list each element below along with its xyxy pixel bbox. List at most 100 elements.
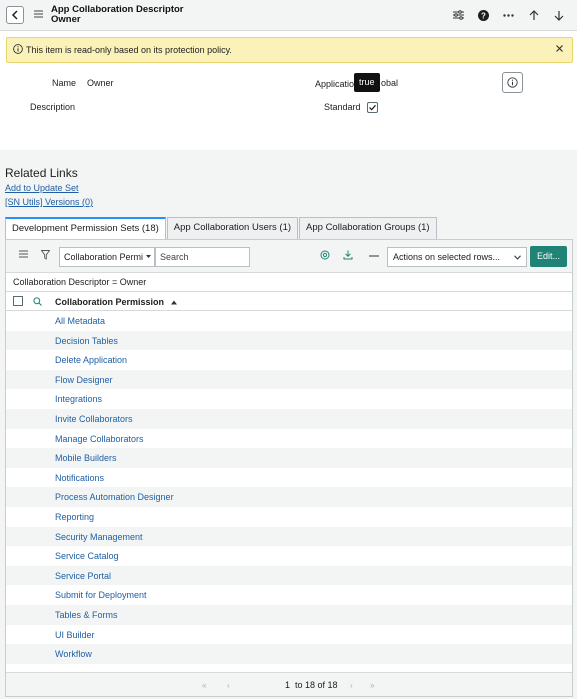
row-link[interactable]: Submit for Deployment [55, 590, 147, 600]
collapse-icon[interactable] [369, 255, 379, 257]
pagination-text: 1 to 18 of 18 [285, 680, 338, 690]
menu-icon[interactable] [34, 10, 43, 18]
table-row: Delete Application [6, 350, 572, 370]
table-row: Invite Collaborators [6, 409, 572, 429]
add-to-update-set-link[interactable]: Add to Update Set [5, 183, 79, 193]
table-row: Workflow [6, 644, 572, 664]
row-link[interactable]: Tables & Forms [55, 610, 118, 620]
table-row: Security Management [6, 526, 572, 547]
pagination-range: to 18 of 18 [295, 680, 338, 690]
arrow-up-icon[interactable] [521, 7, 546, 23]
row-link[interactable]: Workflow [55, 649, 92, 659]
row-link[interactable]: Reporting [55, 512, 94, 522]
row-link[interactable]: All Metadata [55, 316, 105, 326]
tab-app-collaboration-groups[interactable]: App Collaboration Groups (1) [299, 217, 437, 239]
tab-app-collaboration-users[interactable]: App Collaboration Users (1) [166, 217, 299, 239]
header-actions: ? [446, 7, 571, 23]
description-label: Description [30, 102, 76, 112]
arrow-down-icon[interactable] [546, 7, 571, 23]
first-page-icon[interactable]: « [202, 681, 206, 690]
table-row: Submit for Deployment [6, 585, 572, 605]
row-link[interactable]: Delete Application [55, 355, 127, 365]
settings-sliders-icon[interactable] [446, 7, 471, 23]
related-links-title: Related Links [5, 166, 78, 180]
settings-gear-icon[interactable] [320, 250, 330, 260]
pagination: « ‹ 1 to 18 of 18 › » [6, 672, 572, 696]
table-row: Flow Designer [6, 369, 572, 390]
help-icon[interactable]: ? [471, 7, 496, 23]
last-page-icon[interactable]: » [370, 681, 374, 690]
breadcrumb: Collaboration Descriptor = Owner [13, 277, 147, 287]
list-toolbar: Collaboration Permi Search Actions on se… [6, 240, 572, 273]
chevron-left-icon [11, 10, 18, 20]
sn-utils-versions-link[interactable]: [SN Utils] Versions (0) [5, 197, 93, 207]
caret-down-icon [146, 255, 151, 258]
table-row: UI Builder [6, 625, 572, 645]
application-value: obal [381, 78, 399, 88]
sort-ascending-icon [170, 300, 177, 305]
info-circle-icon [507, 77, 518, 88]
related-list-panel: Collaboration Permi Search Actions on se… [5, 239, 573, 697]
edit-button[interactable]: Edit... [530, 246, 567, 267]
filter-icon[interactable] [41, 250, 50, 260]
next-page-icon[interactable]: › [350, 681, 353, 690]
info-button[interactable] [502, 72, 523, 93]
row-link[interactable]: Process Automation Designer [55, 492, 174, 502]
list-menu-icon[interactable] [19, 250, 28, 258]
row-link[interactable]: Security Management [55, 532, 143, 542]
table-row: Reporting [6, 507, 572, 527]
row-link[interactable]: Service Portal [55, 571, 111, 581]
table-row: Service Portal [6, 565, 572, 586]
standard-label: Standard [324, 102, 361, 112]
row-link[interactable]: Invite Collaborators [55, 414, 133, 424]
application-label: Applicatio [315, 79, 355, 89]
read-only-banner: This item is read-only based on its prot… [6, 37, 573, 63]
table-row: All Metadata [6, 311, 572, 331]
pagination-current: 1 [285, 680, 291, 690]
svg-text:?: ? [481, 11, 486, 20]
page-title: App Collaboration Descriptor Owner [51, 5, 183, 25]
row-link[interactable]: Integrations [55, 394, 102, 404]
row-link[interactable]: Flow Designer [55, 375, 113, 385]
table-row: Notifications [6, 468, 572, 488]
row-link[interactable]: Service Catalog [55, 551, 119, 561]
name-value: Owner [87, 78, 114, 88]
table-row: Service Catalog [6, 546, 572, 566]
row-link[interactable]: UI Builder [55, 630, 95, 640]
column-header-label: Collaboration Permission [55, 297, 165, 307]
search-field-value: Collaboration Permi [64, 252, 144, 262]
checkmark-icon [369, 104, 376, 111]
search-input[interactable]: Search [155, 247, 250, 267]
row-link[interactable]: Decision Tables [55, 336, 118, 346]
more-icon[interactable] [496, 7, 521, 23]
row-link[interactable]: Notifications [55, 473, 104, 483]
page-title-line2: Owner [51, 14, 81, 25]
tab-development-permission-sets[interactable]: Development Permission Sets (18) [5, 217, 166, 239]
table-header: Collaboration Permission [6, 291, 572, 311]
table-row: Manage Collaborators [6, 429, 572, 449]
row-link[interactable]: Manage Collaborators [55, 434, 144, 444]
download-icon[interactable] [343, 250, 353, 260]
table-row: Decision Tables [6, 330, 572, 351]
close-icon[interactable] [555, 44, 564, 53]
search-field-select[interactable]: Collaboration Permi [59, 247, 155, 267]
banner-text: This item is read-only based on its prot… [26, 45, 232, 55]
previous-page-icon[interactable]: ‹ [227, 681, 230, 690]
actions-select-label: Actions on selected rows... [393, 252, 501, 262]
actions-select[interactable]: Actions on selected rows... [387, 247, 527, 267]
table-row: Integrations [6, 389, 572, 409]
table-row: Mobile Builders [6, 448, 572, 468]
column-header-collaboration-permission[interactable]: Collaboration Permission [55, 297, 177, 307]
table-row: Tables & Forms [6, 605, 572, 625]
form-body [0, 64, 577, 150]
search-placeholder: Search [160, 252, 189, 262]
search-icon[interactable] [33, 297, 42, 306]
chevron-down-icon [514, 255, 521, 260]
name-label: Name [52, 78, 77, 88]
back-button[interactable] [6, 6, 24, 24]
table-row: Process Automation Designer [6, 487, 572, 507]
tooltip: true [354, 73, 380, 92]
select-all-checkbox[interactable] [13, 296, 23, 306]
standard-checkbox[interactable] [367, 102, 378, 113]
row-link[interactable]: Mobile Builders [55, 453, 117, 463]
